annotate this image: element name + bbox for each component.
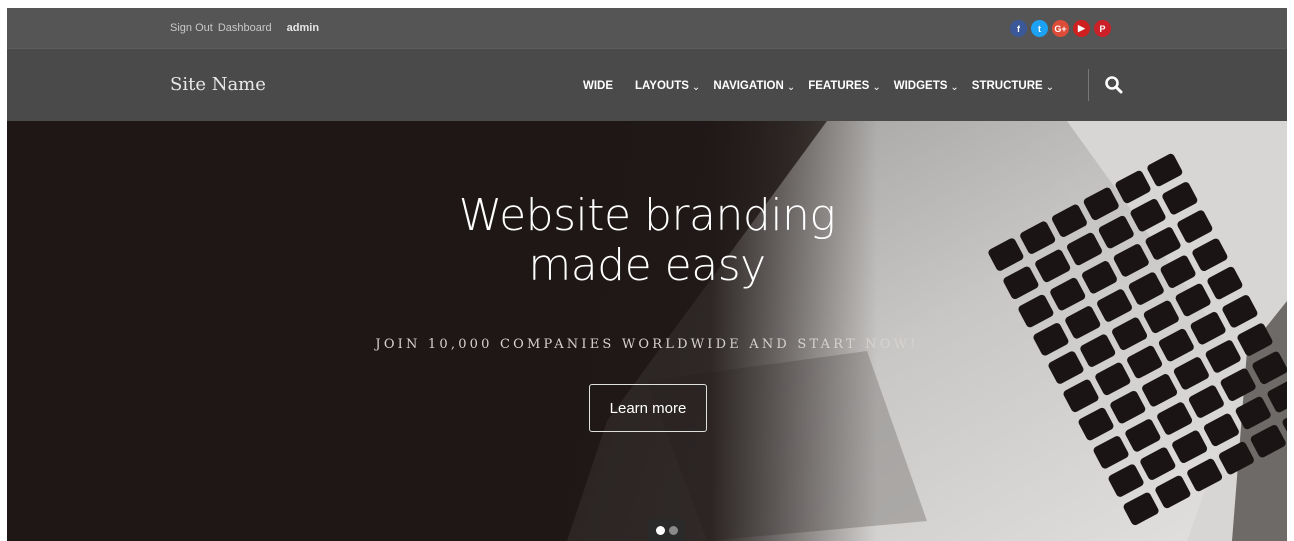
twitter-icon[interactable]: t <box>1031 20 1048 37</box>
main-navbar: Site Name WIDE LAYOUTS ⌄ NAVIGATION ⌄ FEATURE… <box>7 48 1287 121</box>
sign-out-link[interactable]: Sign Out <box>170 22 213 34</box>
nav-item-label: LAYOUTS <box>635 79 689 92</box>
hero-slider: Website branding made easy JOIN 10,000 C… <box>7 121 1287 541</box>
nav-item-label: STRUCTURE <box>971 79 1043 92</box>
dashboard-link[interactable]: Dashboard <box>218 22 272 34</box>
hero-subtitle: JOIN 10,000 COMPANIES WORLDWIDE AND STAR… <box>375 337 919 352</box>
nav-divider <box>1088 69 1089 101</box>
search-icon[interactable] <box>1104 75 1124 95</box>
account-links: Sign Out Dashboard admin <box>170 8 319 48</box>
admin-user-link[interactable]: admin <box>287 22 319 34</box>
slide-dot-1[interactable] <box>655 525 665 535</box>
nav-item-label: FEATURES <box>808 79 870 92</box>
hero-title-line2: made easy <box>528 240 766 291</box>
nav-item-features[interactable]: FEATURES ⌄ <box>808 79 881 94</box>
chevron-down-icon: ⌄ <box>691 82 701 93</box>
nav-item-layouts[interactable]: LAYOUTS ⌄ <box>635 79 701 94</box>
slide-dot-2[interactable] <box>668 525 678 535</box>
laptop-background-image <box>7 121 1287 541</box>
hero-title: Website branding made easy <box>7 191 1287 291</box>
page-frame: Sign Out Dashboard admin f t G+ ▶ P Site Nam… <box>7 8 1287 541</box>
nav-item-widgets[interactable]: WIDGETS ⌄ <box>893 79 959 94</box>
facebook-icon[interactable]: f <box>1010 20 1027 37</box>
nav-item-structure[interactable]: STRUCTURE ⌄ <box>971 79 1055 94</box>
main-menu: WIDE LAYOUTS ⌄ NAVIGATION ⌄ FEATURES ⌄ WIDGETS ⌄… <box>583 49 1067 122</box>
nav-item-label: WIDE <box>583 79 614 92</box>
chevron-down-icon: ⌄ <box>1045 82 1055 93</box>
youtube-icon[interactable]: ▶ <box>1073 20 1090 37</box>
google-plus-icon[interactable]: G+ <box>1052 20 1069 37</box>
learn-more-button[interactable]: Learn more <box>589 384 707 432</box>
chevron-down-icon: ⌄ <box>950 82 959 93</box>
pinterest-icon[interactable]: P <box>1094 20 1111 37</box>
top-utility-bar: Sign Out Dashboard admin f t G+ ▶ P <box>7 8 1287 48</box>
nav-item-label: WIDGETS <box>893 79 948 92</box>
site-name-logo[interactable]: Site Name <box>170 74 266 95</box>
nav-item-label: NAVIGATION <box>713 79 784 92</box>
chevron-down-icon: ⌄ <box>872 82 881 93</box>
nav-item-wide[interactable]: WIDE <box>583 80 613 92</box>
chevron-down-icon: ⌄ <box>786 82 796 93</box>
slider-pagination <box>648 519 685 541</box>
hero-title-line1: Website branding <box>458 190 836 241</box>
social-icons: f t G+ ▶ P <box>1010 20 1111 37</box>
nav-item-navigation[interactable]: NAVIGATION ⌄ <box>713 79 796 94</box>
